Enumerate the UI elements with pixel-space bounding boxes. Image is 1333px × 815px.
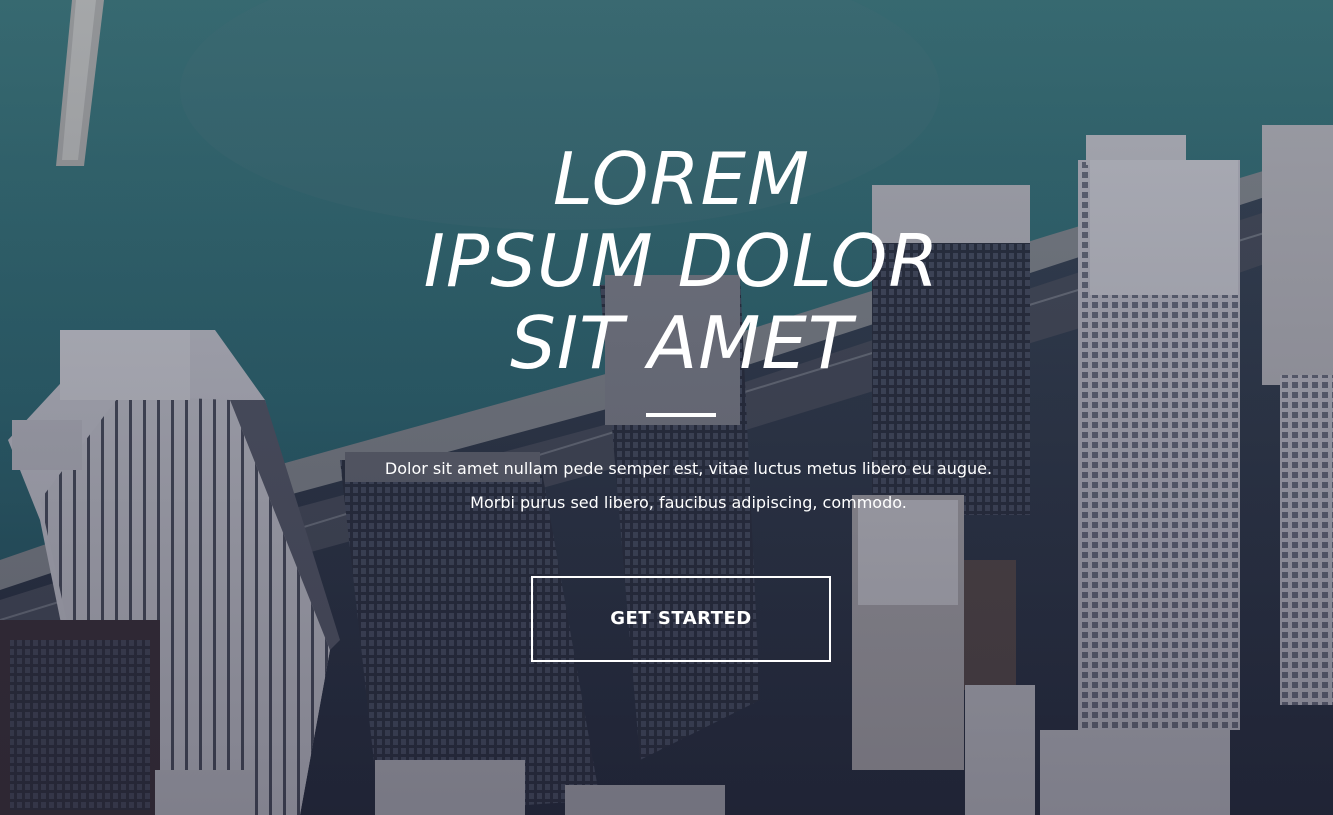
get-started-button[interactable]: GET STARTED [531, 576, 831, 662]
title-divider [646, 413, 716, 417]
hero-title-line-1: LOREM [552, 137, 811, 221]
hero-section: LOREM IPSUM DOLOR SIT AMET Dolor sit ame… [0, 0, 1333, 815]
hero-subtitle-line-2: Morbi purus sed libero, faucibus adipisc… [470, 493, 907, 512]
hero-title: LOREM IPSUM DOLOR SIT AMET [0, 138, 1333, 384]
hero-subtitle-line-1: Dolor sit amet nullam pede semper est, v… [384, 459, 993, 478]
hero-title-line-2: IPSUM DOLOR [423, 219, 940, 303]
hero-title-line-3: SIT AMET [510, 301, 853, 385]
hero-subtitle: Dolor sit amet nullam pede semper est, v… [0, 452, 1333, 520]
hero-content: LOREM IPSUM DOLOR SIT AMET Dolor sit ame… [0, 0, 1333, 815]
